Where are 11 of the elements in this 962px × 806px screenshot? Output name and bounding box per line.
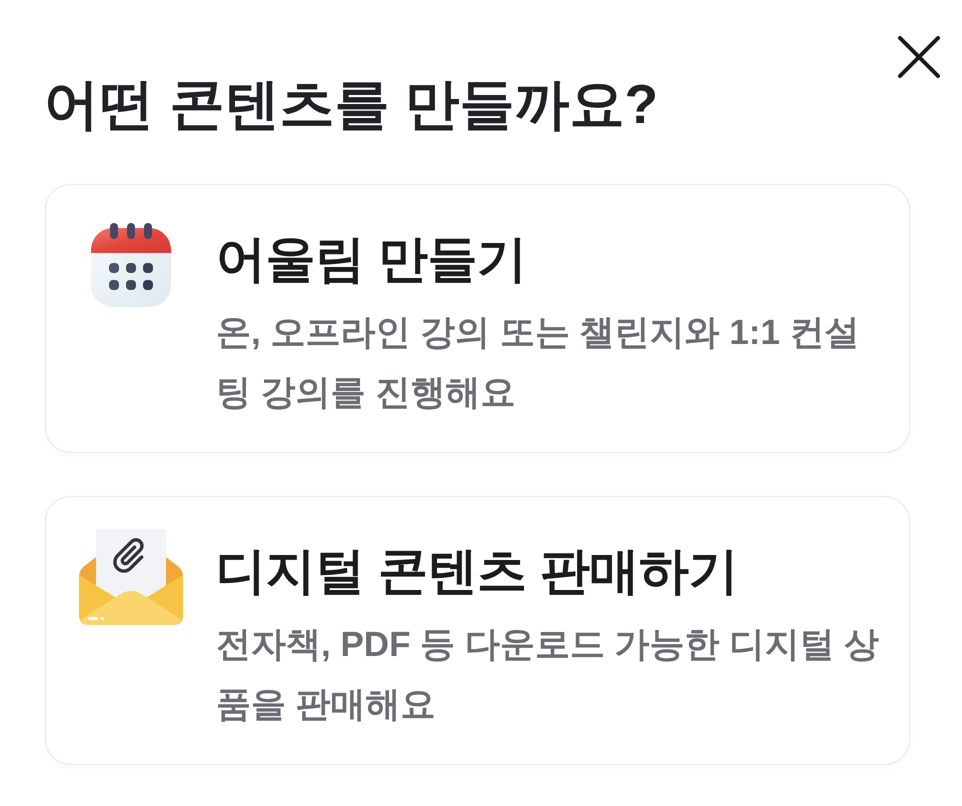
calendar-icon — [91, 223, 171, 307]
option-title: 디지털 콘텐츠 판매하기 — [216, 542, 738, 601]
option-title: 어울림 만들기 — [216, 230, 526, 289]
close-icon — [898, 36, 940, 78]
option-description: 온, 오프라인 강의 또는 챌린지와 1:1 컨설팅 강의를 진행해요 — [216, 312, 861, 414]
envelope-paperclip-icon — [79, 529, 183, 625]
option-card[interactable]: 디지털 콘텐츠 판매하기 전자책, PDF 등 다운로드 가능한 디지털 상품을 판매해요 — [45, 496, 910, 765]
dialog-title: 어떤 콘텐츠를 만들까요? — [44, 72, 658, 136]
option-description: 전자책, PDF 등 다운로드 가능한 디지털 상품을 판매해요 — [216, 624, 880, 726]
option-card[interactable]: 어울림 만들기 온, 오프라인 강의 또는 챌린지와 1:1 컨설팅 강의를 진행해요 — [45, 184, 910, 453]
close-button[interactable] — [896, 34, 942, 80]
